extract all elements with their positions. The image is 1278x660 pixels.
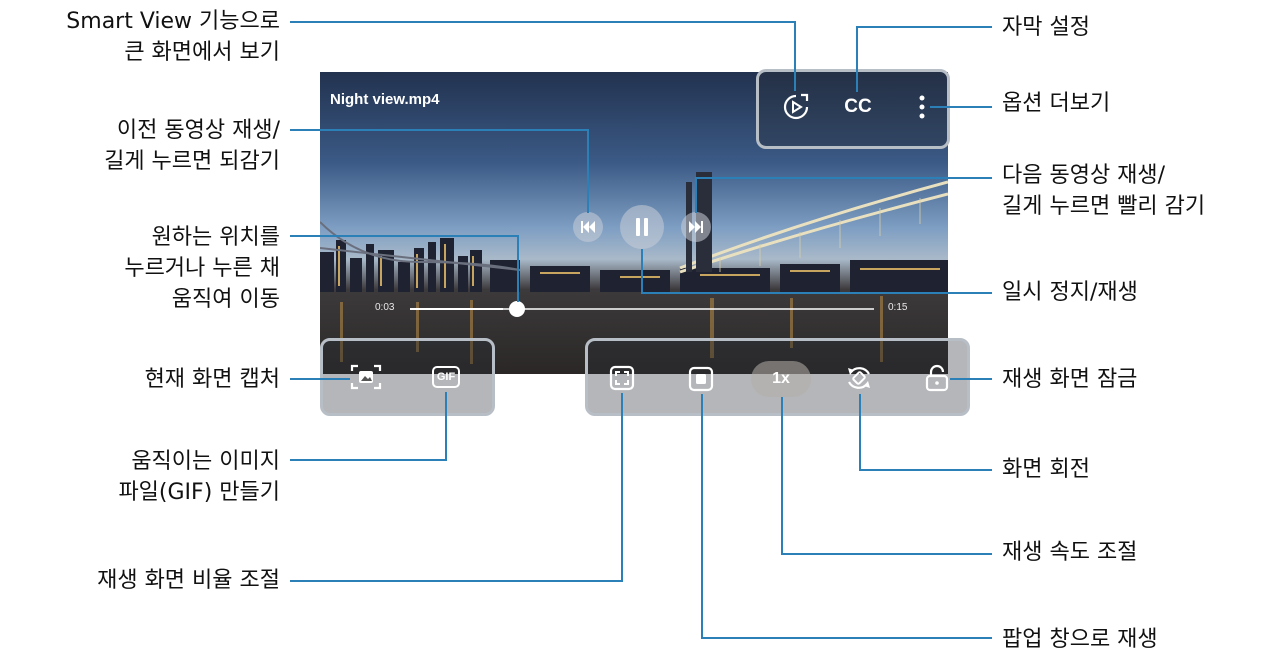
- seek-bar-progress: [410, 308, 503, 310]
- callout-capture: 현재 화면 캡처: [144, 367, 280, 392]
- leader-more: [930, 106, 992, 108]
- subtitle-button[interactable]: CC: [838, 93, 878, 121]
- callout-subtitle: 자막 설정: [1002, 15, 1090, 40]
- leader-speed-drop: [781, 397, 783, 554]
- leader-seek-drop: [517, 235, 519, 302]
- smart-view-button[interactable]: [780, 90, 812, 124]
- leader-previous-drop: [587, 129, 589, 213]
- leader-popup-drop: [701, 394, 703, 638]
- leader-capture: [290, 378, 350, 380]
- leader-subtitle-drop: [856, 26, 858, 92]
- smart-view-icon: [783, 93, 809, 120]
- callout-seek-line2: 누르거나 누른 채: [124, 256, 280, 281]
- leader-ratio-drop: [621, 393, 623, 582]
- seek-thumb[interactable]: [509, 301, 525, 317]
- leader-next: [695, 177, 992, 179]
- more-options-button[interactable]: [914, 92, 930, 122]
- callout-seek-line3: 움직여 이동: [171, 287, 280, 312]
- skip-previous-icon: [581, 221, 595, 233]
- leader-smart-view: [290, 21, 796, 23]
- leader-smart-view-drop: [794, 21, 796, 91]
- more-vertical-icon: [919, 95, 925, 119]
- pause-button[interactable]: [620, 205, 664, 249]
- capture-panel: [320, 338, 495, 416]
- previous-button[interactable]: [573, 212, 603, 242]
- current-time: 0:03: [375, 302, 395, 313]
- seek-bar[interactable]: [410, 308, 874, 310]
- callout-previous-line2: 길게 누르면 되감기: [104, 149, 280, 174]
- screen-rotate-icon: [848, 367, 870, 389]
- pause-icon: [636, 218, 648, 236]
- leader-gif-drop: [445, 392, 447, 460]
- leader-speed: [781, 553, 992, 555]
- callout-smart-view-line1: Smart View 기능으로: [66, 9, 280, 34]
- gif-button[interactable]: GIF: [430, 362, 462, 392]
- callout-gif-line1: 움직이는 이미지: [131, 449, 280, 474]
- callout-seek: 원하는 위치를 누르거나 누른 채 움직여 이동: [124, 222, 280, 315]
- callout-previous: 이전 동영상 재생/ 길게 누르면 되감기: [104, 115, 280, 177]
- callout-gif-line2: 파일(GIF) 만들기: [118, 480, 280, 505]
- callout-lock: 재생 화면 잠금: [1002, 367, 1138, 392]
- callout-speed: 재생 속도 조절: [1002, 540, 1138, 565]
- leader-pause: [641, 292, 992, 294]
- leader-gif: [290, 459, 447, 461]
- leader-pause-drop: [641, 249, 643, 293]
- callout-next-line1: 다음 동영상 재생/: [1002, 163, 1166, 188]
- callout-rotate: 화면 회전: [1002, 457, 1090, 482]
- callout-smart-view-line2: 큰 화면에서 보기: [124, 40, 280, 65]
- callout-next: 다음 동영상 재생/ 길게 누르면 빨리 감기: [1002, 160, 1205, 222]
- leader-ratio: [290, 580, 623, 582]
- lock-icon: [925, 364, 949, 392]
- callout-pause: 일시 정지/재생: [1002, 280, 1138, 305]
- leader-subtitle: [856, 26, 992, 28]
- total-time: 0:15: [888, 302, 908, 313]
- callout-more: 옵션 더보기: [1002, 91, 1111, 116]
- leader-rotate: [859, 469, 992, 471]
- callout-gif: 움직이는 이미지 파일(GIF) 만들기: [118, 446, 280, 508]
- popup-play-button[interactable]: [686, 364, 716, 394]
- leader-seek: [290, 235, 519, 237]
- leader-lock: [950, 378, 992, 380]
- callout-seek-line1: 원하는 위치를: [151, 225, 280, 250]
- gif-icon: GIF: [431, 366, 461, 388]
- popup-window-icon: [688, 366, 714, 392]
- lock-button[interactable]: [922, 362, 952, 394]
- screenshot-icon: [350, 364, 382, 390]
- rotate-button[interactable]: [843, 362, 875, 394]
- callout-next-line2: 길게 누르면 빨리 감기: [1002, 194, 1206, 219]
- capture-button[interactable]: [349, 362, 383, 392]
- next-button[interactable]: [681, 212, 711, 242]
- leader-next-drop: [695, 177, 697, 213]
- leader-previous: [290, 129, 589, 131]
- aspect-ratio-button[interactable]: [607, 363, 637, 393]
- skip-next-icon: [689, 221, 703, 233]
- callout-popup: 팝업 창으로 재생: [1002, 627, 1158, 652]
- callout-previous-line1: 이전 동영상 재생/: [116, 118, 280, 143]
- callout-smart-view: Smart View 기능으로 큰 화면에서 보기: [66, 6, 280, 68]
- callout-ratio: 재생 화면 비율 조절: [97, 568, 280, 593]
- playback-speed-button[interactable]: 1x: [751, 361, 811, 397]
- leader-popup: [701, 637, 992, 639]
- video-filename: Night view.mp4: [330, 91, 440, 108]
- leader-rotate-drop: [859, 394, 861, 470]
- aspect-ratio-icon: [609, 365, 635, 391]
